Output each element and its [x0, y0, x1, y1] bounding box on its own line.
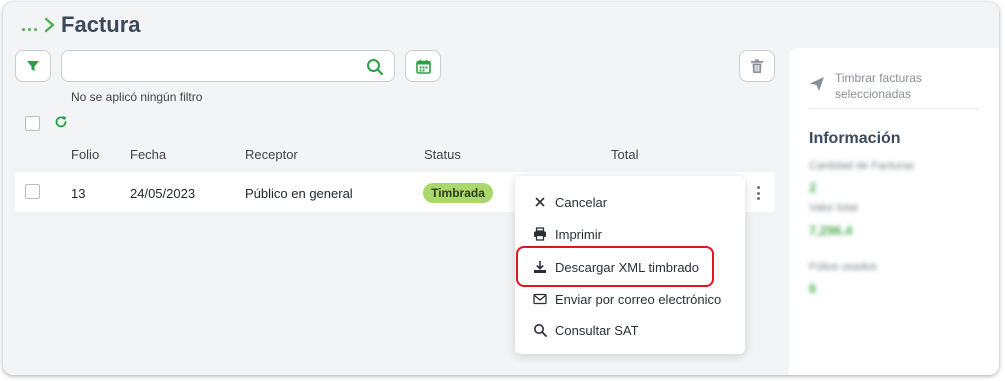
stat-value-valor-total: 7,296.4 [809, 223, 853, 238]
stat-value-cantidad: 2 [809, 180, 817, 195]
menu-item-consultar-sat[interactable]: Consultar SAT [533, 319, 639, 341]
status-badge: Timbrada [423, 183, 493, 203]
menu-item-label: Descargar XML timbrado [555, 259, 700, 275]
column-header-total[interactable]: Total [611, 147, 638, 162]
menu-item-label: Consultar SAT [555, 322, 639, 338]
search-icon [534, 324, 547, 337]
calendar-icon [415, 59, 431, 74]
menu-item-label: Cancelar [555, 194, 608, 210]
filter-button[interactable] [15, 50, 51, 82]
send-icon [810, 77, 824, 91]
info-title: Información [809, 130, 901, 147]
row-actions-menu: Cancelar Imprimir Descargar XML timbrado [515, 176, 745, 354]
menu-item-label: Imprimir [555, 226, 602, 242]
delete-button[interactable] [739, 50, 775, 82]
search-input[interactable] [70, 56, 350, 76]
row-checkbox[interactable] [25, 184, 40, 199]
stat-value-folios: 6 [809, 281, 817, 296]
menu-item-descargar-xml[interactable]: Descargar XML timbrado [533, 256, 699, 278]
app-window: ... Factura No se aplicó ningún filtro F… [3, 2, 999, 375]
calendar-button[interactable] [405, 50, 441, 82]
info-panel: Timbrar facturas seleccionadas Informaci… [789, 48, 999, 375]
cell-fecha: 24/05/2023 [130, 186, 196, 201]
column-header-fecha[interactable]: Fecha [130, 147, 166, 162]
column-header-status[interactable]: Status [424, 147, 461, 162]
stat-label-valor-total: Valor total [809, 202, 858, 214]
stat-label-cantidad: Cantidad de Facturas [809, 160, 915, 172]
search-icon[interactable] [366, 58, 384, 76]
menu-item-imprimir[interactable]: Imprimir [533, 223, 602, 245]
breadcrumb: ... Factura [21, 12, 141, 38]
breadcrumb-ellipsis[interactable]: ... [21, 15, 39, 36]
divider [809, 108, 979, 109]
download-icon [534, 261, 546, 273]
select-all-checkbox[interactable] [25, 116, 40, 131]
column-header-folio[interactable]: Folio [71, 147, 99, 162]
close-icon [535, 197, 545, 207]
stat-label-folios: Folios usados [809, 261, 877, 273]
timbrar-label: Timbrar facturas seleccionadas [835, 71, 922, 101]
column-header-receptor[interactable]: Receptor [245, 147, 298, 162]
filter-icon [27, 61, 39, 71]
cell-receptor: Público en general [245, 186, 353, 201]
menu-item-cancelar[interactable]: Cancelar [533, 191, 607, 213]
filter-status-text: No se aplicó ningún filtro [71, 90, 203, 104]
printer-icon [534, 227, 546, 241]
menu-item-label: Enviar por correo electrónico [555, 291, 722, 307]
menu-item-enviar-correo[interactable]: Enviar por correo electrónico [533, 288, 721, 310]
cell-folio: 13 [71, 186, 86, 201]
page-title: Factura [61, 12, 141, 37]
refresh-icon[interactable] [54, 115, 68, 129]
mail-icon [533, 293, 547, 305]
timbrar-facturas-button[interactable]: Timbrar facturas seleccionadas [809, 70, 945, 102]
trash-icon [751, 59, 763, 73]
search-box [61, 50, 395, 82]
row-actions-kebab-icon[interactable] [753, 184, 763, 202]
chevron-right-icon [44, 17, 55, 33]
